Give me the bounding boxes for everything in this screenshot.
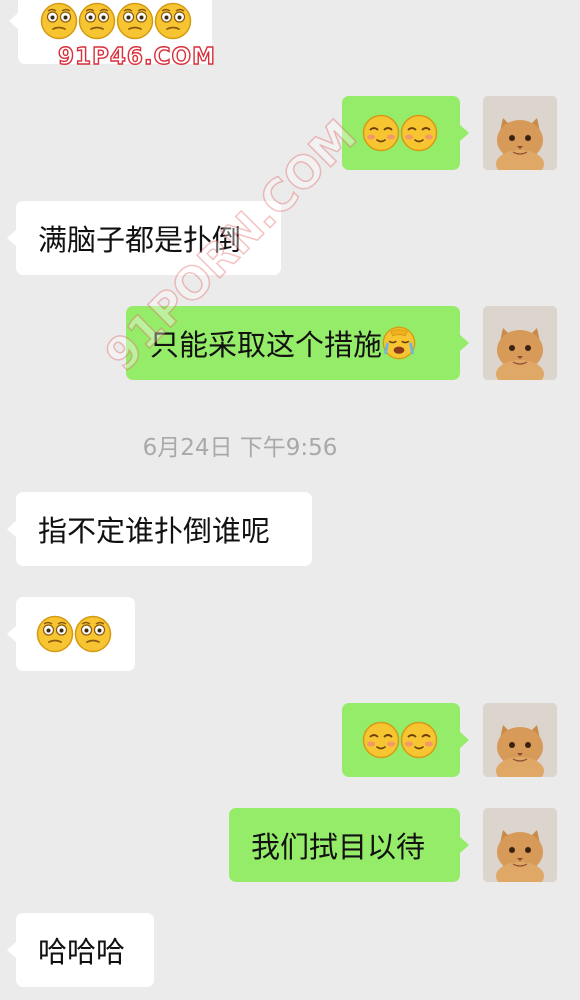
message-bubble-incoming[interactable]: 满脑子都是扑倒 <box>7 201 281 275</box>
grimace-emoji-icon <box>74 615 112 653</box>
message-text: 指不定谁扑倒谁呢 <box>38 514 271 548</box>
facepalm-emoji-icon <box>382 326 416 360</box>
chat-conversation[interactable]: 满脑子都是扑倒 只能采取这个措施 6月24日 下午9:56 指不定谁扑倒谁呢 我… <box>0 0 580 1000</box>
message-timestamp: 6月24日 下午9:56 <box>142 435 338 461</box>
message-bubble-outgoing[interactable] <box>342 96 469 170</box>
blush-emoji-icon <box>362 114 400 152</box>
cat-avatar-icon <box>483 306 557 380</box>
cat-avatar-icon <box>483 703 557 777</box>
message-text: 满脑子都是扑倒 <box>38 223 242 257</box>
avatar[interactable] <box>483 703 557 777</box>
message-bubble-outgoing[interactable]: 只能采取这个措施 <box>126 306 469 380</box>
avatar[interactable] <box>483 96 557 170</box>
message-bubble-incoming[interactable] <box>9 0 212 64</box>
message-bubble-incoming[interactable]: 指不定谁扑倒谁呢 <box>7 492 312 566</box>
blush-emoji-icon <box>400 721 438 759</box>
message-bubble-outgoing[interactable]: 我们拭目以待 <box>229 808 469 882</box>
cat-avatar-icon <box>483 808 557 882</box>
cat-avatar-icon <box>483 96 557 170</box>
message-text: 我们拭目以待 <box>251 830 426 864</box>
message-bubble-outgoing[interactable] <box>342 703 469 777</box>
grimace-emoji-icon <box>78 2 116 40</box>
avatar[interactable] <box>483 808 557 882</box>
message-bubble-incoming[interactable] <box>7 597 135 671</box>
avatar[interactable] <box>483 306 557 380</box>
message-text: 哈哈哈 <box>38 935 126 969</box>
blush-emoji-icon <box>400 114 438 152</box>
message-text: 只能采取这个措施 <box>150 328 383 362</box>
grimace-emoji-icon <box>154 2 192 40</box>
grimace-emoji-icon <box>40 2 78 40</box>
grimace-emoji-icon <box>116 2 154 40</box>
message-bubble-incoming[interactable]: 哈哈哈 <box>7 913 154 987</box>
grimace-emoji-icon <box>36 615 74 653</box>
blush-emoji-icon <box>362 721 400 759</box>
